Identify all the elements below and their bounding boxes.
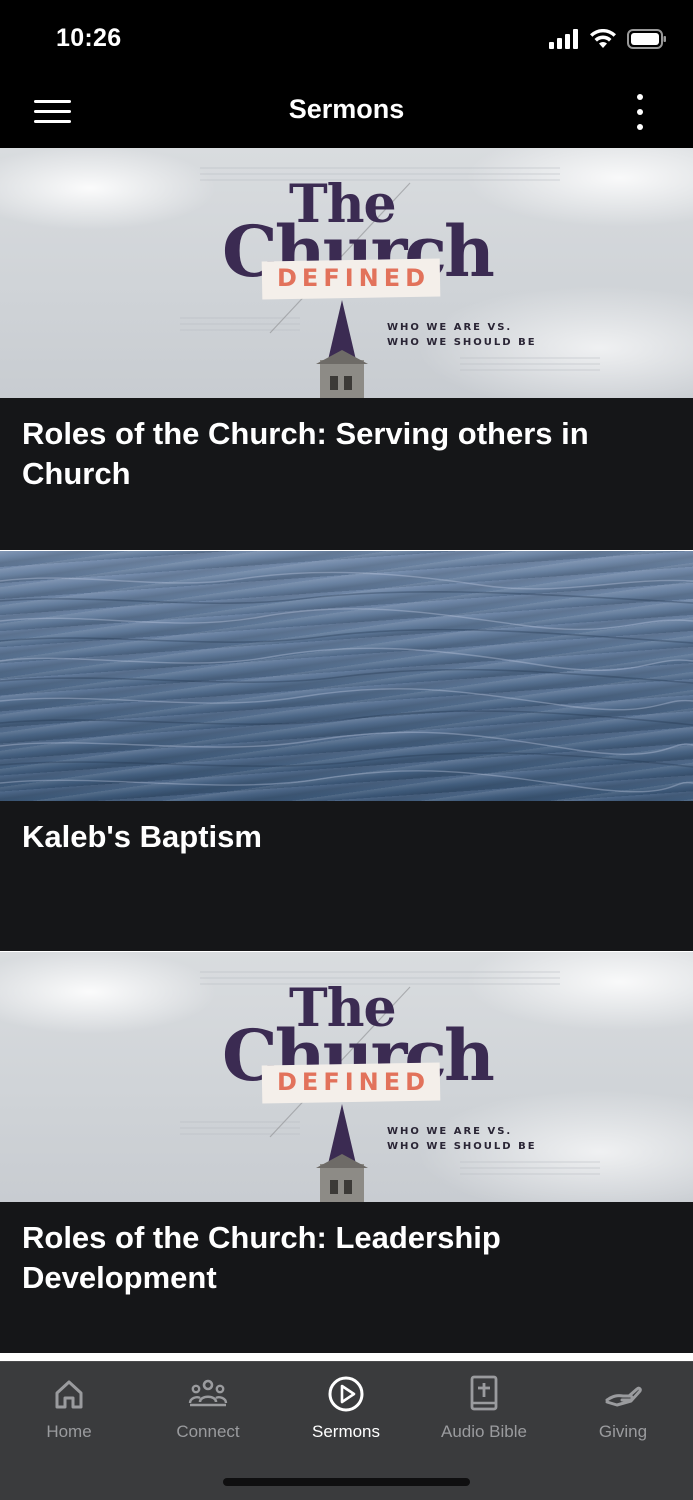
sermon-card[interactable]: The Church DEFINED WHO WE ARE VS. WHO WE…: [0, 148, 693, 550]
page-title: Sermons: [288, 94, 405, 124]
series-title-line3: DEFINED: [277, 264, 431, 292]
series-subtitle: WHO WE ARE VS. WHO WE SHOULD BE: [387, 1124, 537, 1154]
play-circle-icon: [328, 1376, 364, 1412]
sermon-card[interactable]: Kaleb's Baptism: [0, 549, 693, 951]
church-steeple-illustration: [316, 1104, 368, 1202]
home-icon: [55, 1380, 83, 1409]
series-subtitle-line1: WHO WE ARE VS.: [387, 1126, 513, 1137]
tab-label: Home: [46, 1422, 92, 1441]
series-title-line3: DEFINED: [277, 1068, 431, 1096]
sermon-title: Roles of the Church: Serving others in C…: [22, 416, 589, 491]
battery-icon: [627, 29, 666, 49]
tab-audio-bible[interactable]: Audio Bible: [415, 1362, 553, 1452]
sermon-artwork: [0, 550, 693, 801]
people-icon: [188, 1379, 228, 1407]
tab-sermons[interactable]: Sermons: [277, 1362, 415, 1452]
series-subtitle-line1: WHO WE ARE VS.: [387, 322, 513, 333]
series-subtitle: WHO WE ARE VS. WHO WE SHOULD BE: [387, 320, 537, 350]
giving-hand-icon: [605, 1386, 642, 1407]
sermon-artwork: The Church DEFINED WHO WE ARE VS. WHO WE…: [0, 148, 693, 398]
bible-icon: [470, 1375, 498, 1411]
series-subtitle-line2: WHO WE SHOULD BE: [387, 1141, 537, 1152]
tab-label: Giving: [598, 1422, 648, 1441]
series-subtitle-line2: WHO WE SHOULD BE: [387, 337, 537, 348]
status-bar: 10:26: [0, 0, 693, 80]
wifi-icon: [590, 29, 616, 48]
more-options-button[interactable]: [626, 92, 654, 132]
sermon-card[interactable]: The Church DEFINED WHO WE ARE VS. WHO WE…: [0, 951, 693, 1353]
sermon-list[interactable]: The Church DEFINED WHO WE ARE VS. WHO WE…: [0, 148, 693, 1361]
tab-connect[interactable]: Connect: [139, 1362, 277, 1452]
water-wave-texture: [0, 571, 693, 792]
tab-home[interactable]: Home: [0, 1362, 138, 1452]
more-icon-dot: [637, 124, 643, 130]
sermon-title: Kaleb's Baptism: [22, 818, 262, 854]
more-icon-dot: [637, 109, 643, 115]
church-steeple-illustration: [316, 300, 368, 398]
home-indicator[interactable]: [223, 1478, 470, 1486]
more-icon-dot: [637, 94, 643, 100]
tab-label: Audio Bible: [440, 1422, 527, 1441]
tab-giving[interactable]: Giving: [554, 1362, 692, 1452]
tab-label: Sermons: [311, 1422, 381, 1441]
sermon-title: Roles of the Church: Leadership Developm…: [22, 1220, 501, 1295]
nav-bar: Sermons: [0, 80, 693, 148]
tab-bar: Home Connect Sermons Audio Bible Giving: [0, 1361, 693, 1500]
tab-label: Connect: [176, 1422, 240, 1441]
sermon-artwork: The Church DEFINED WHO WE ARE VS. WHO WE…: [0, 952, 693, 1202]
status-icons: [549, 28, 667, 50]
status-time: 10:26: [56, 24, 122, 52]
cellular-signal-icon: [549, 29, 578, 49]
